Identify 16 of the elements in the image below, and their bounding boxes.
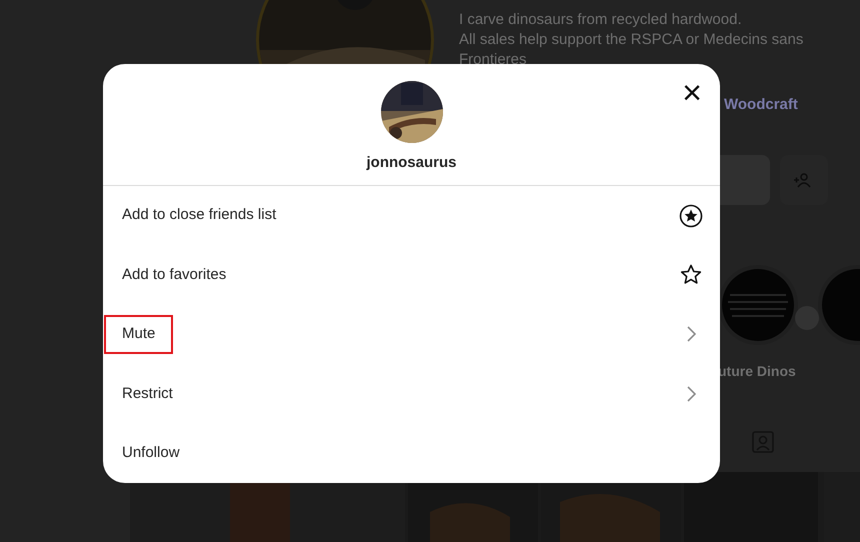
- chevron-right-icon: [686, 326, 696, 342]
- menu-item[interactable]: Add to favorites: [103, 245, 720, 305]
- menu-item[interactable]: Mute: [103, 304, 720, 364]
- close-button[interactable]: ×: [680, 76, 704, 110]
- chevron-right-icon: [686, 386, 696, 402]
- menu-item[interactable]: Add to close friends list: [103, 186, 720, 246]
- bio-text: I carve dinosaurs from recycled hardwood.: [459, 10, 743, 30]
- username: jonnosaurus: [366, 153, 456, 173]
- next-button[interactable]: [795, 306, 819, 330]
- highlight-label: uture Dinos: [718, 362, 796, 381]
- hashtag-link[interactable]: Woodcraft: [724, 94, 798, 116]
- menu-item[interactable]: Unfollow: [103, 424, 720, 483]
- star-circle-icon: [679, 204, 703, 228]
- bio-text: All sales help support the RSPCA or Medecins sans: [459, 30, 804, 50]
- menu-item[interactable]: Restrict: [103, 364, 720, 424]
- bio-text: Frontieres: [459, 50, 528, 70]
